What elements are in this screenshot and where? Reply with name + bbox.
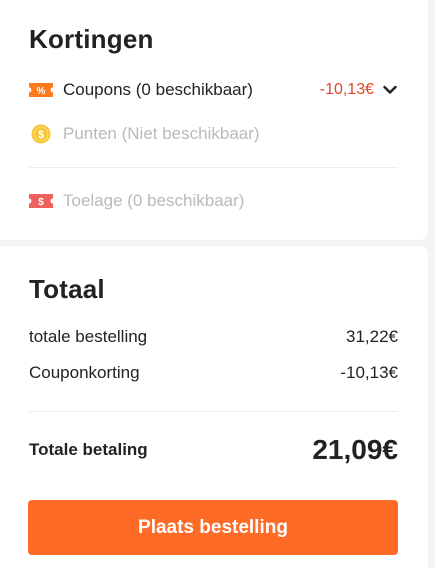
order-total-row: totale bestelling 31,22€	[29, 327, 398, 347]
coupons-label: Coupons (0 beschikbaar)	[63, 80, 253, 99]
svg-text:$: $	[38, 129, 44, 141]
total-card: Totaal totale bestelling 31,22€ Couponko…	[0, 246, 428, 568]
coin-icon: $	[29, 124, 53, 144]
chevron-down-icon[interactable]	[382, 82, 398, 98]
allowance-ticket-icon: $	[29, 191, 53, 211]
allowance-label: Toelage (0 beschikbaar)	[63, 191, 245, 210]
percent-coupon-icon: %	[29, 80, 53, 100]
total-divider	[29, 411, 398, 412]
grand-total-value: 21,09€	[312, 434, 398, 465]
place-order-button[interactable]: Plaats bestelling	[28, 500, 398, 555]
order-total-label: totale bestelling	[29, 327, 148, 346]
coupon-discount-row: Couponkorting -10,13€	[29, 363, 398, 383]
coupon-discount-amount: -10,13€	[319, 81, 374, 98]
grand-total-label: Totale betaling	[29, 440, 148, 459]
discounts-divider	[29, 167, 398, 168]
coupon-discount-label: Couponkorting	[29, 363, 140, 382]
grand-total-row: Totale betaling 21,09€	[29, 434, 398, 466]
discounts-title: Kortingen	[29, 24, 154, 54]
coupon-discount-value: -10,13€	[340, 363, 398, 382]
allowance-row: $ Toelage (0 beschikbaar)	[29, 189, 398, 213]
svg-text:%: %	[37, 86, 46, 97]
total-title: Totaal	[29, 274, 105, 304]
order-total-value: 31,22€	[346, 327, 398, 346]
points-label: Punten (Niet beschikbaar)	[63, 124, 260, 143]
coupons-row[interactable]: % Coupons (0 beschikbaar) -10,13€	[29, 78, 398, 102]
points-row: $ Punten (Niet beschikbaar)	[29, 122, 398, 146]
discounts-card: Kortingen % Coupons (0 beschikbaar) -10,…	[0, 0, 428, 240]
svg-text:$: $	[38, 197, 44, 208]
